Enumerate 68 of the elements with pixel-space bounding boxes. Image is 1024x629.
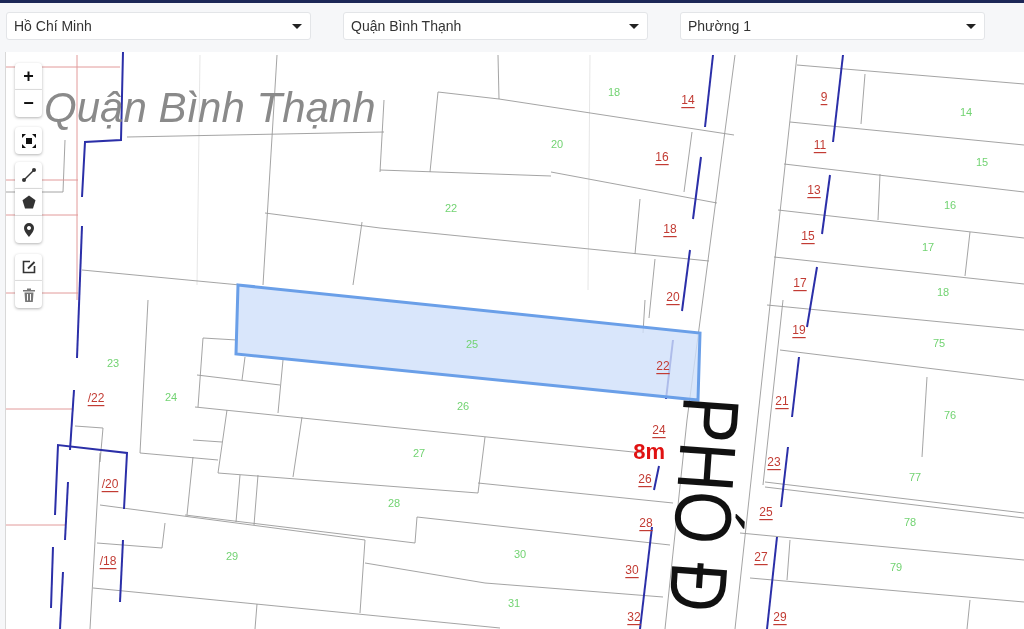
parcel-number: 16	[943, 199, 957, 211]
house-number: 24	[652, 423, 666, 437]
line-icon	[21, 168, 36, 182]
place-marker-button[interactable]	[15, 216, 42, 243]
map-pin-icon	[21, 222, 36, 237]
location-select[interactable]: Quận Bình Thạnh	[343, 12, 648, 40]
house-number: /18	[99, 554, 117, 568]
zoom-in-button[interactable]: +	[15, 63, 42, 90]
selected-parcel-shape[interactable]	[234, 283, 702, 402]
pentagon-icon	[21, 195, 36, 209]
parcel-number: 77	[908, 471, 922, 483]
trash-icon	[21, 287, 36, 302]
caret-icon	[629, 23, 639, 29]
parcel-number: 15	[975, 156, 989, 168]
edit-button[interactable]	[15, 254, 42, 281]
parcel-number: 18	[936, 286, 950, 298]
edit-icon	[21, 260, 36, 274]
house-number: 15	[801, 229, 815, 243]
house-number: 27	[754, 550, 768, 564]
parcel-number: 26	[456, 400, 470, 412]
parcel-number: 29	[225, 550, 239, 562]
parcel-number: 76	[943, 409, 957, 421]
parcel-number: 78	[903, 516, 917, 528]
parcel-number: 30	[513, 548, 527, 560]
house-number: 21	[775, 394, 789, 408]
location-select[interactable]: Phường 1	[680, 12, 985, 40]
draw-line-button[interactable]	[15, 162, 42, 189]
parcel-number: 17	[921, 241, 935, 253]
house-number: 20	[666, 290, 680, 304]
delete-button[interactable]	[15, 281, 42, 308]
parcel-number: 20	[550, 138, 564, 150]
house-number: 13	[807, 183, 821, 197]
house-number: /22	[87, 391, 105, 405]
house-number: 18	[663, 222, 677, 236]
house-number: 19	[792, 323, 806, 337]
parcel-number: 28	[387, 497, 401, 509]
parcel-number: 75	[932, 337, 946, 349]
caret-icon	[292, 23, 302, 29]
parcel-number: 25	[465, 338, 479, 350]
house-number: 26	[638, 472, 652, 486]
road-width-label: 8m	[633, 438, 665, 464]
location-select[interactable]: Hồ Chí Minh	[6, 12, 311, 40]
house-number: 28	[639, 516, 653, 530]
house-number: 14	[681, 93, 695, 107]
house-number: 16	[655, 150, 669, 164]
house-number: 22	[656, 359, 670, 373]
draw-polygon-button[interactable]	[15, 189, 42, 216]
fullscreen-icon	[21, 133, 36, 148]
parcel-number: 23	[106, 357, 120, 369]
house-number: 23	[767, 455, 781, 469]
house-number: /20	[101, 477, 119, 491]
house-number: 32	[627, 610, 641, 624]
fullscreen-button[interactable]	[15, 127, 42, 154]
parcel-number: 79	[889, 561, 903, 573]
house-number: 30	[625, 563, 639, 577]
parcel-number: 24	[164, 391, 178, 403]
house-number: 25	[759, 505, 773, 519]
parcel-number: 31	[507, 597, 521, 609]
parcel-number: 22	[444, 202, 458, 214]
zoom-out-button[interactable]: −	[15, 90, 42, 117]
house-number: 17	[793, 276, 807, 290]
parcel-number: 14	[959, 106, 973, 118]
parcel-number: 27	[412, 447, 426, 459]
parcel-number: 18	[607, 86, 621, 98]
house-number: 11	[813, 138, 827, 152]
house-number: 29	[773, 610, 787, 624]
caret-icon	[966, 23, 976, 29]
house-number: 9	[820, 90, 828, 104]
